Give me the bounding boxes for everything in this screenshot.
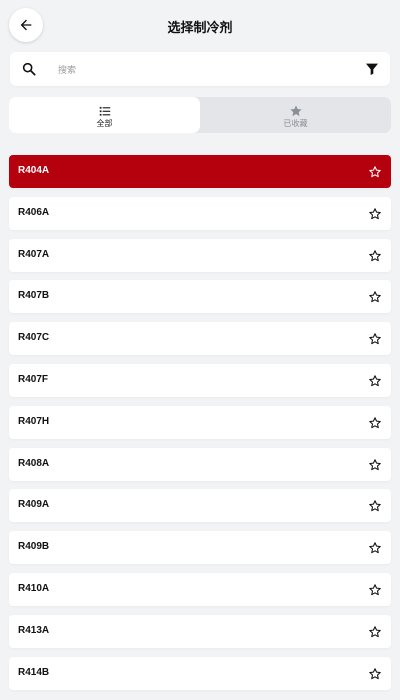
tab-favorites[interactable]: 已收藏 xyxy=(200,97,391,133)
favorite-star-icon[interactable] xyxy=(368,499,382,513)
refrigerant-name: R409A xyxy=(18,499,50,511)
favorite-star-icon[interactable] xyxy=(368,332,382,346)
favorite-star-icon[interactable] xyxy=(368,667,382,681)
refrigerant-name: R414B xyxy=(18,666,50,678)
refrigerant-name: R408A xyxy=(18,457,50,469)
tab-all[interactable]: 全部 xyxy=(9,97,200,133)
refrigerant-list: R404A R406A R407A R407B R407C R407F R407H R408A… xyxy=(9,155,391,698)
refrigerant-name: R407H xyxy=(18,415,50,427)
refrigerant-name: R404A xyxy=(18,165,50,176)
refrigerant-name: R410A xyxy=(18,582,50,594)
header: 选择制冷剂 xyxy=(0,8,400,44)
refrigerant-row[interactable]: R410A xyxy=(9,572,391,606)
refrigerant-name: R406A xyxy=(18,206,50,218)
refrigerant-row[interactable]: R407B xyxy=(9,280,391,314)
refrigerant-row[interactable]: R413A xyxy=(9,614,391,648)
refrigerant-select-screen: 选择制冷剂 全部 已收藏 xyxy=(0,0,400,700)
tab-favorites-label: 已收藏 xyxy=(283,119,308,128)
refrigerant-row[interactable]: R407A xyxy=(9,238,391,272)
refrigerant-name: R409B xyxy=(18,541,50,553)
refrigerant-row[interactable]: R407C xyxy=(9,322,391,356)
search-input[interactable] xyxy=(56,52,360,88)
favorite-star-icon[interactable] xyxy=(368,458,382,472)
refrigerant-row[interactable]: R407F xyxy=(9,363,391,397)
favorite-star-icon[interactable] xyxy=(368,541,382,555)
favorite-star-icon[interactable] xyxy=(368,374,382,388)
favorite-star-icon[interactable] xyxy=(368,583,382,597)
favorite-star-icon[interactable] xyxy=(368,416,382,430)
tab-bar: 全部 已收藏 xyxy=(9,97,391,133)
list-icon xyxy=(99,106,110,116)
refrigerant-name: R413A xyxy=(18,624,50,636)
favorite-star-icon[interactable] xyxy=(368,249,382,263)
page-title: 选择制冷剂 xyxy=(167,20,233,35)
refrigerant-row[interactable]: R414B xyxy=(9,656,391,690)
search-bar xyxy=(10,52,390,88)
tab-all-label: 全部 xyxy=(96,119,113,128)
refrigerant-name: R407B xyxy=(18,290,50,302)
refrigerant-name: R407F xyxy=(18,373,49,385)
refrigerant-row[interactable]: R407H xyxy=(9,405,391,439)
refrigerant-row[interactable]: R406A xyxy=(9,196,391,230)
refrigerant-row[interactable]: R408A xyxy=(9,447,391,481)
refrigerant-row[interactable]: R404A xyxy=(9,155,391,188)
favorite-star-icon[interactable] xyxy=(368,207,382,221)
favorite-star-icon[interactable] xyxy=(368,625,382,639)
refrigerant-name: R407A xyxy=(18,248,50,260)
filter-icon[interactable] xyxy=(364,61,380,77)
favorite-star-icon[interactable] xyxy=(368,165,382,179)
refrigerant-name: R407C xyxy=(18,332,50,344)
star-icon xyxy=(289,105,302,117)
search-icon xyxy=(22,62,36,76)
refrigerant-row[interactable]: R409A xyxy=(9,489,391,523)
refrigerant-row[interactable]: R409B xyxy=(9,531,391,565)
favorite-star-icon[interactable] xyxy=(368,290,382,304)
